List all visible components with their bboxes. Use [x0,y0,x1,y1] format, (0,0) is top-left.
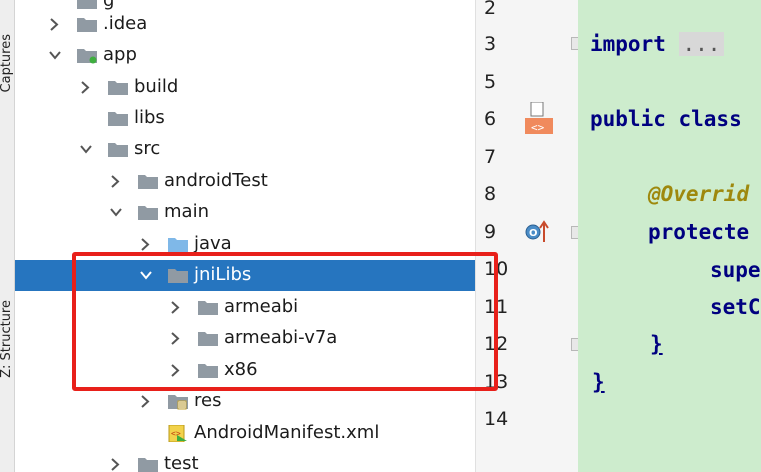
folder-icon [138,173,158,190]
folder-icon [138,456,158,472]
editor-gutter: 2 3 5 6 7 8 9 10 11 12 13 14 <> O [475,0,584,472]
line-number[interactable]: 2 [484,0,524,20]
code-line-annotation: @Overrid [648,181,749,207]
tree-item-label: build [134,76,179,97]
chevron-right-icon[interactable] [140,394,150,409]
inner-close-brace: } [650,332,663,356]
tree-row-androidmanifest-xml[interactable]: <> AndroidManifest.xml [15,418,475,449]
code-line-import: import ... [590,31,725,57]
line-number[interactable]: 6 [484,107,524,131]
project-tree: g .idea app build libs src androidTest main java… [15,0,475,472]
super-keyword: supe [710,258,761,282]
code-line-close-outer: } [592,369,605,395]
tree-item-label: test [164,453,199,472]
tree-item-label: main [164,201,209,222]
layout-context-icon[interactable]: <> [525,101,555,134]
line-number[interactable]: 14 [484,407,524,431]
manifest-file-icon: <> [168,425,188,442]
code-line-protected: protecte [648,219,749,245]
tree-item-label: app [103,44,137,65]
outer-close-brace: } [592,370,605,394]
import-keyword: import [590,32,666,56]
tree-item-label: libs [134,107,165,128]
tree-item-label: androidTest [164,170,268,191]
chevron-right-icon[interactable] [140,237,150,252]
chevron-right-icon[interactable] [110,174,120,189]
chevron-right-icon[interactable] [80,80,90,95]
line-number[interactable]: 8 [484,182,524,206]
line-number[interactable]: 7 [484,145,524,169]
protected-keyword: protecte [648,220,750,244]
tree-row--idea[interactable]: .idea [15,9,475,40]
tree-item-label: src [134,138,161,159]
tree-row-build[interactable]: build [15,72,475,103]
override-annotation: @Overrid [648,182,750,206]
folder-icon [108,79,128,96]
folder-icon [77,16,97,33]
folder-icon [108,141,128,158]
code-line-super: supe [710,257,761,283]
tree-item-label: res [194,390,222,411]
chevron-right-icon[interactable] [110,457,120,472]
class-declaration: public class [590,107,742,131]
red-annotation-box [72,252,498,391]
tree-row-app[interactable]: app [15,40,475,71]
tree-row-test[interactable]: test [15,449,475,472]
chevron-down-icon[interactable] [110,205,122,220]
folder-icon [108,110,128,127]
chevron-right-icon[interactable] [49,17,59,32]
tree-row-libs[interactable]: libs [15,103,475,134]
override-marker-icon[interactable]: O [524,218,552,244]
tree-row-androidtest[interactable]: androidTest [15,166,475,197]
tree-row-main[interactable]: main [15,197,475,228]
setcontent-call: setC [710,295,761,319]
captures-tab[interactable]: Captures [0,34,16,92]
code-line-setcontent: setC [710,294,761,320]
chevron-down-icon[interactable] [49,48,61,63]
source-folder-icon [168,236,188,253]
left-tool-strip: Captures Z: Structure [0,0,15,472]
folder-icon [138,204,158,221]
line-number[interactable]: 5 [484,70,524,94]
resource-folder-icon [168,393,188,410]
line-number[interactable]: 3 [484,32,524,56]
svg-text:<>: <> [531,121,545,134]
chevron-down-icon[interactable] [80,142,92,157]
code-editor[interactable]: import ... public class @Overrid protect… [578,0,761,472]
line-number[interactable]: 9 [484,220,524,244]
folded-imports[interactable]: ... [678,32,725,56]
code-line-class: public class [590,106,742,132]
tree-item-label: .idea [103,13,148,34]
code-line-close-inner: } [650,331,663,357]
tree-row-src[interactable]: src [15,134,475,165]
svg-text:O: O [529,228,538,239]
structure-tab[interactable]: Z: Structure [0,300,16,378]
module-folder-icon [77,47,97,64]
tree-item-label: AndroidManifest.xml [194,422,380,443]
